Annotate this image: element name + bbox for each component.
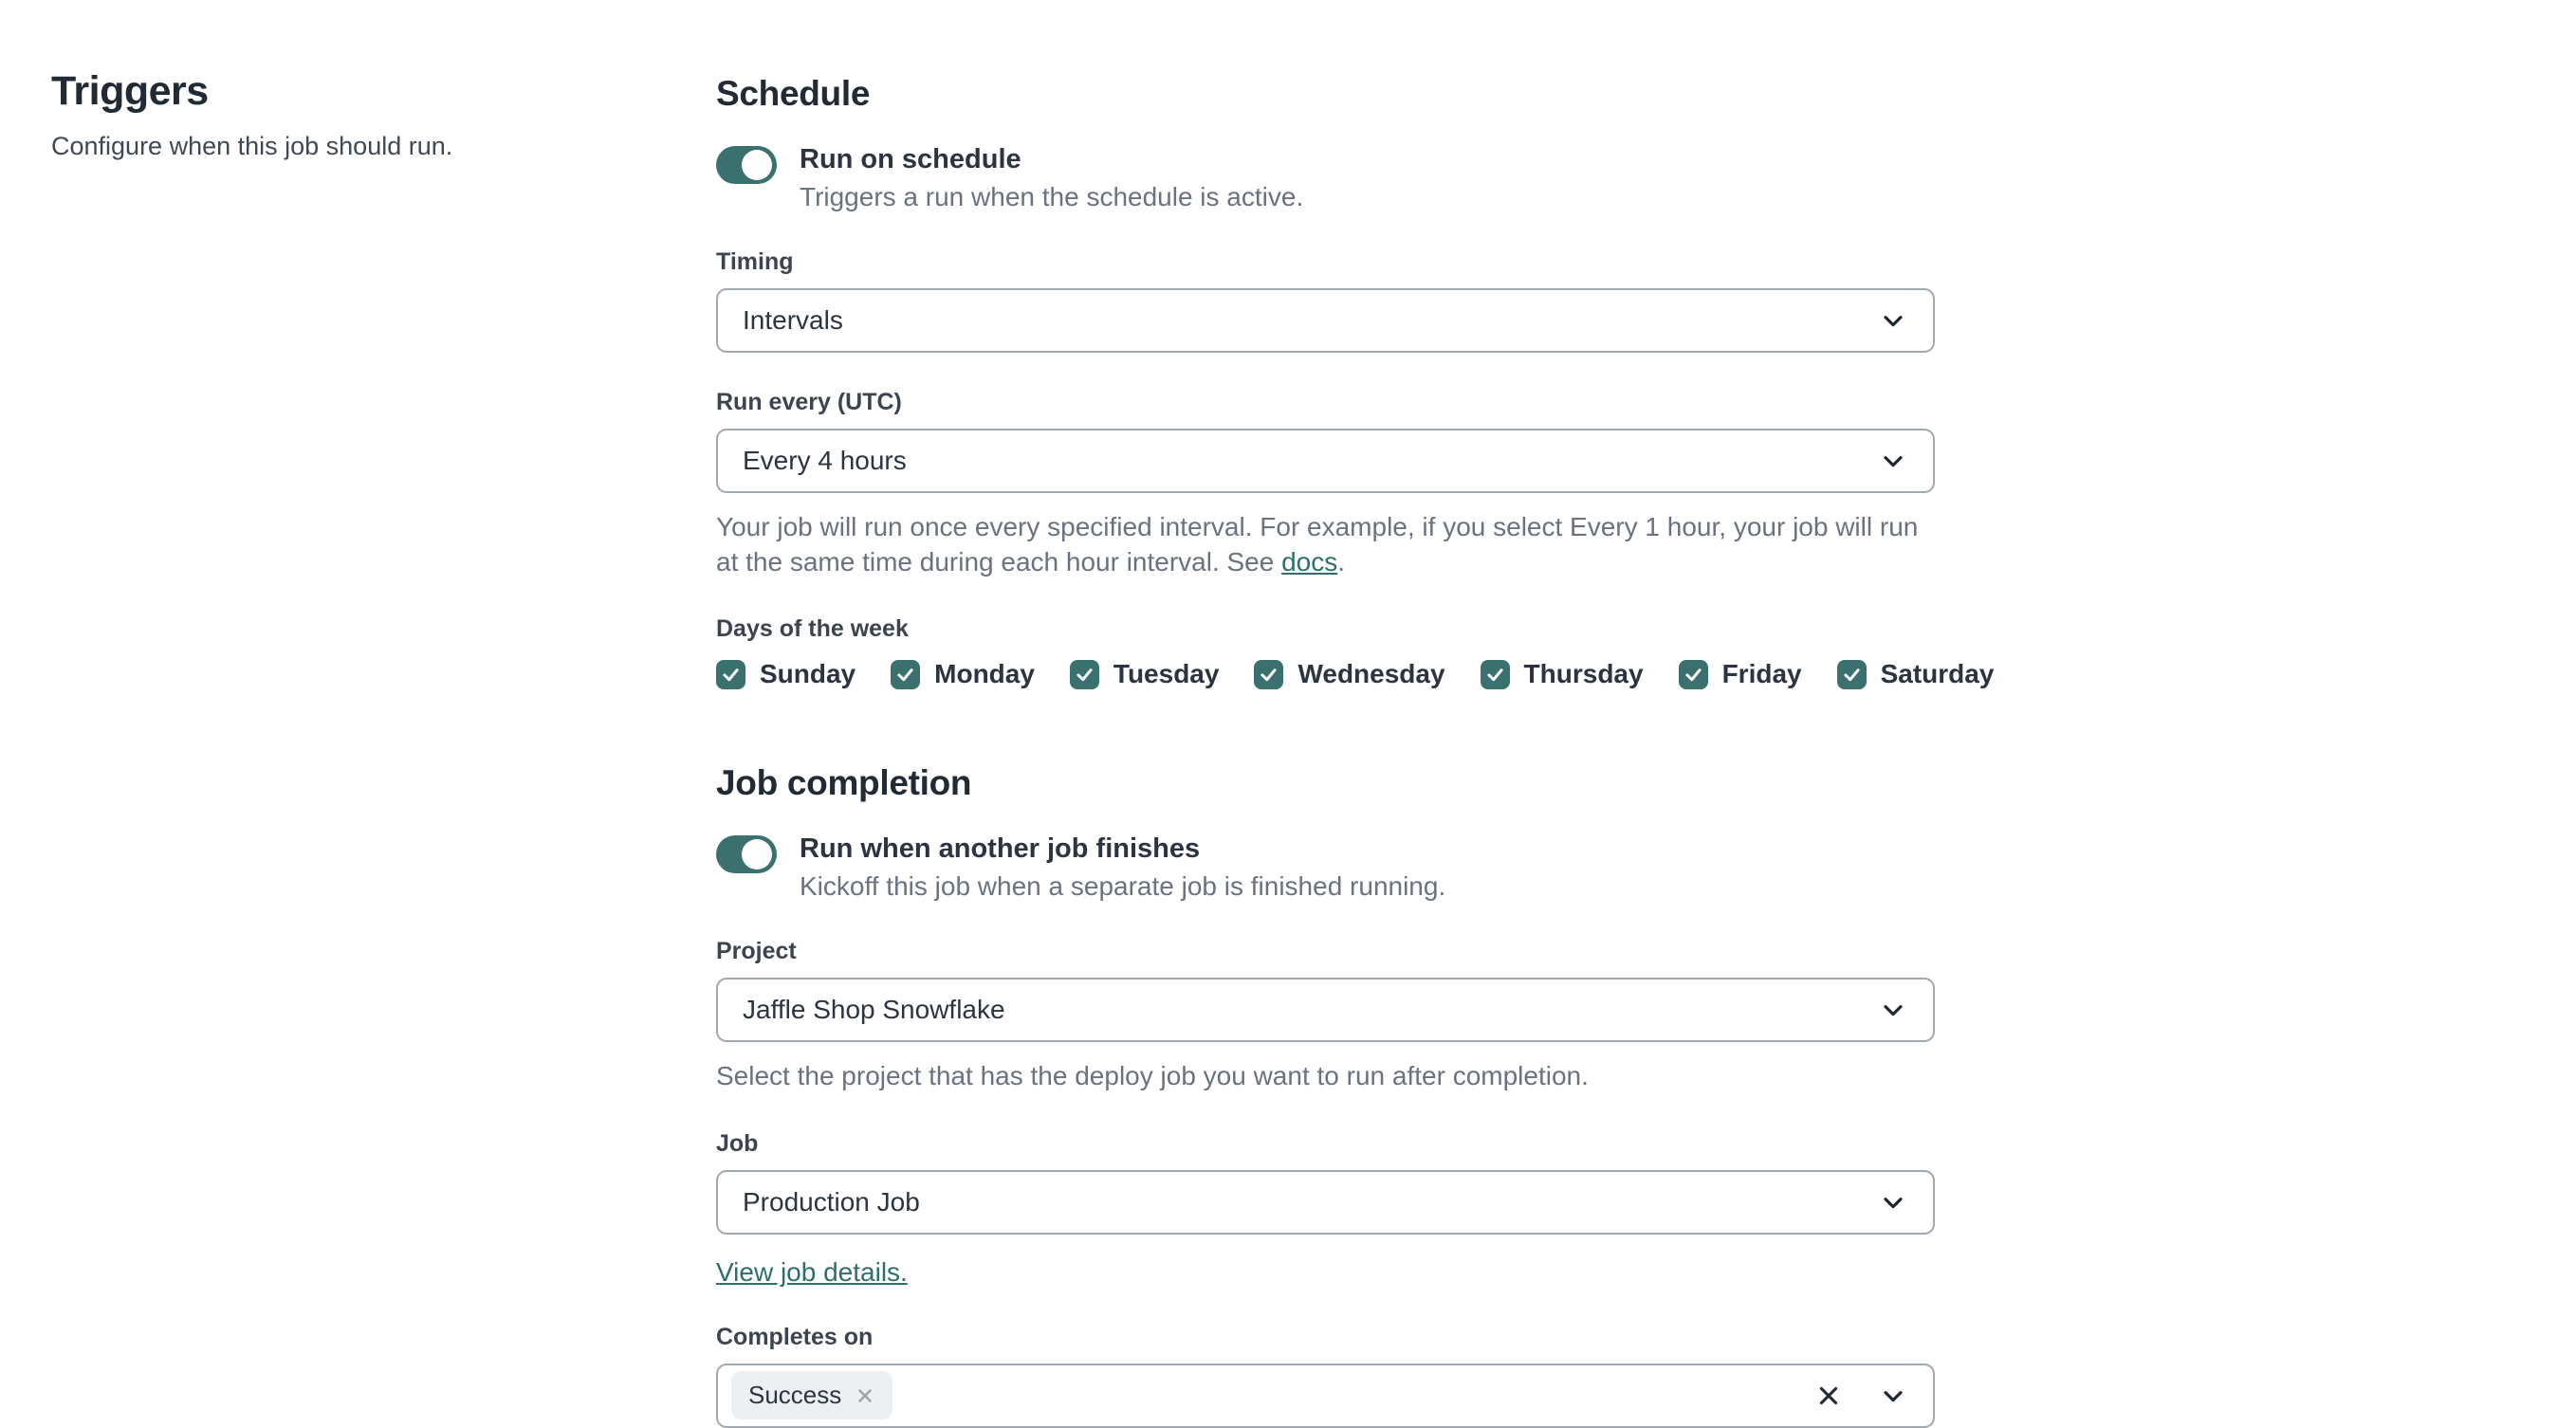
triggers-panel-intro: Triggers Configure when this job should …: [51, 68, 639, 161]
checkbox-checked: [891, 659, 921, 689]
chevron-down-icon: [1884, 1197, 1903, 1208]
docs-link[interactable]: docs: [1281, 547, 1337, 577]
job-select-value: Production Job: [743, 1186, 920, 1217]
chevron-down-icon: [1884, 316, 1903, 327]
project-label: Project: [716, 938, 797, 965]
tag-label: Success: [748, 1381, 842, 1410]
day-checkbox-monday[interactable]: Monday: [891, 659, 1035, 689]
project-help-text: Select the project that has the deploy j…: [716, 1061, 1589, 1091]
run-on-schedule-row: Run on schedule Triggers a run when the …: [716, 144, 1935, 212]
day-label: Wednesday: [1297, 659, 1445, 689]
completes-on-multiselect[interactable]: Success: [716, 1363, 1935, 1428]
day-label: Friday: [1721, 659, 1802, 689]
project-select[interactable]: Jaffle Shop Snowflake: [716, 978, 1935, 1043]
day-label: Sunday: [760, 659, 856, 689]
day-checkbox-tuesday[interactable]: Tuesday: [1069, 659, 1220, 689]
chevron-down-icon: [1884, 1005, 1903, 1016]
run-on-schedule-text: Run on schedule Triggers a run when the …: [800, 144, 1303, 212]
days-of-week-row: Sunday Monday Tuesday Wednesday Thursday…: [716, 659, 1994, 689]
selected-tags: Success: [731, 1371, 1815, 1420]
timing-select-value: Intervals: [743, 305, 843, 335]
day-checkbox-sunday[interactable]: Sunday: [716, 659, 856, 689]
view-job-details-link[interactable]: View job details.: [716, 1257, 908, 1288]
checkbox-checked: [1678, 659, 1708, 689]
run-every-label: Run every (UTC): [716, 389, 902, 415]
check-icon: [1844, 668, 1860, 682]
toggle-knob: [742, 150, 772, 180]
help-text-suffix: .: [1337, 547, 1346, 577]
run-when-job-finishes-label: Run when another job finishes: [800, 833, 1201, 865]
multiselect-controls: [1815, 1381, 1908, 1411]
checkbox-checked: [716, 659, 745, 689]
job-completion-section-heading: Job completion: [716, 763, 972, 803]
triggers-form: Schedule Run on schedule Triggers a run …: [716, 74, 1994, 1428]
timing-select[interactable]: Intervals: [716, 288, 1935, 353]
day-label: Tuesday: [1113, 659, 1220, 689]
check-icon: [897, 668, 913, 682]
schedule-section-heading: Schedule: [716, 74, 871, 113]
run-when-job-finishes-row: Run when another job finishes Kickoff th…: [716, 833, 1935, 902]
check-icon: [1685, 668, 1702, 682]
page-subtitle: Configure when this job should run.: [51, 132, 453, 160]
project-select-value: Jaffle Shop Snowflake: [743, 995, 1005, 1025]
completes-on-label: Completes on: [716, 1323, 874, 1350]
remove-tag-icon[interactable]: [855, 1385, 875, 1406]
tag-success: Success: [731, 1371, 893, 1420]
day-checkbox-friday[interactable]: Friday: [1678, 659, 1802, 689]
clear-all-icon[interactable]: [1815, 1382, 1842, 1409]
run-every-help-text: Your job will run once every specified i…: [716, 509, 1921, 579]
day-label: Saturday: [1880, 659, 1995, 689]
day-checkbox-thursday[interactable]: Thursday: [1480, 659, 1644, 689]
chevron-down-icon: [1884, 456, 1903, 467]
check-icon: [1486, 668, 1503, 682]
days-of-week-label: Days of the week: [716, 615, 909, 643]
day-checkbox-saturday[interactable]: Saturday: [1836, 659, 1995, 689]
day-label: Thursday: [1523, 659, 1644, 689]
run-when-job-finishes-text: Run when another job finishes Kickoff th…: [800, 833, 1445, 902]
chevron-down-icon[interactable]: [1878, 1381, 1908, 1411]
job-label: Job: [716, 1129, 759, 1157]
run-on-schedule-toggle[interactable]: [716, 146, 777, 184]
day-label: Monday: [934, 659, 1035, 689]
page-title: Triggers: [51, 68, 209, 114]
toggle-knob: [742, 839, 772, 870]
checkbox-checked: [1254, 659, 1284, 689]
run-every-select[interactable]: Every 4 hours: [716, 429, 1935, 493]
check-icon: [1260, 668, 1278, 682]
checkbox-checked: [1069, 659, 1099, 689]
day-checkbox-wednesday[interactable]: Wednesday: [1254, 659, 1445, 689]
check-icon: [1076, 668, 1093, 682]
run-on-schedule-label: Run on schedule: [800, 144, 1021, 174]
checkbox-checked: [1480, 659, 1510, 689]
job-select[interactable]: Production Job: [716, 1169, 1935, 1235]
timing-label: Timing: [716, 248, 794, 275]
run-when-job-finishes-description: Kickoff this job when a separate job is …: [800, 871, 1446, 902]
checkbox-checked: [1836, 659, 1867, 689]
run-when-job-finishes-toggle[interactable]: [716, 835, 777, 874]
run-on-schedule-description: Triggers a run when the schedule is acti…: [800, 182, 1304, 211]
check-icon: [723, 668, 739, 682]
run-every-select-value: Every 4 hours: [743, 446, 907, 475]
